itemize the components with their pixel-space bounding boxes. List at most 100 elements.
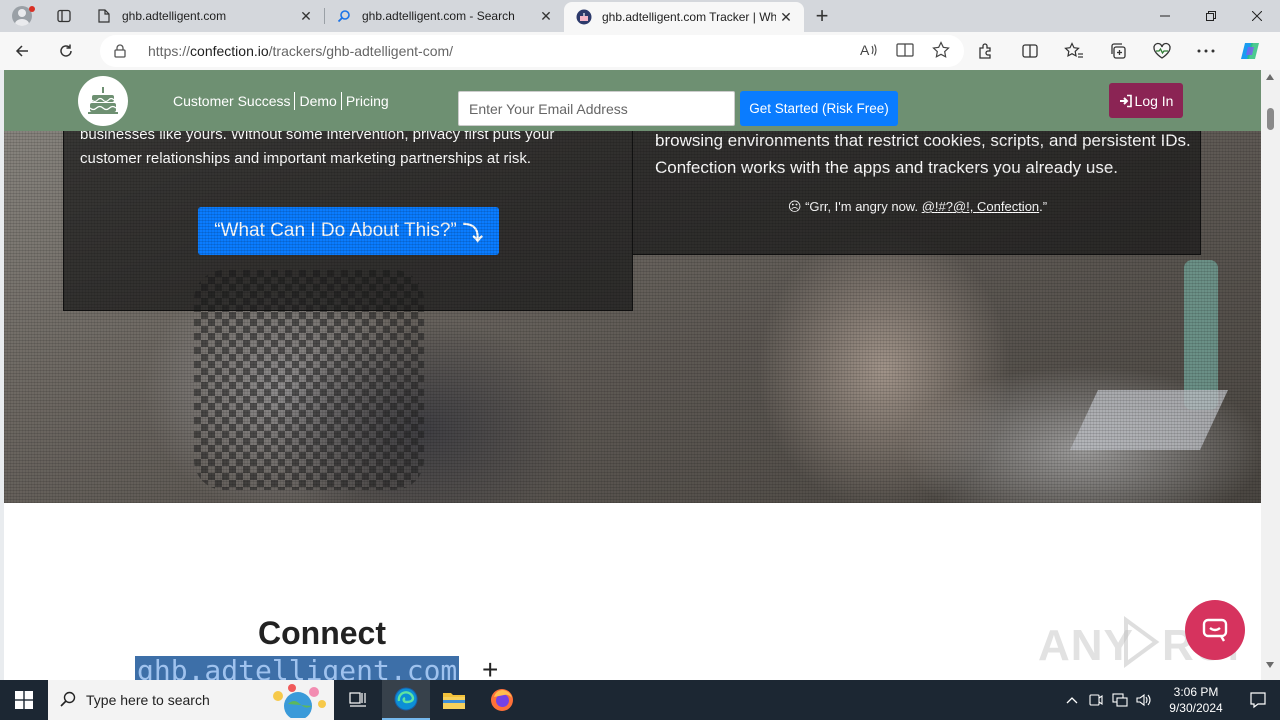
hero-section: businesses like yours. Without some inte… — [4, 70, 1261, 503]
page-scrollbar[interactable] — [1261, 70, 1280, 680]
clock-time: 3:06 PM — [1173, 685, 1219, 699]
cta-label: “What Can I Do About This?” — [214, 220, 457, 241]
nav-pricing[interactable]: Pricing — [346, 93, 389, 109]
url-scheme: https:// — [148, 43, 191, 59]
taskbar-file-explorer[interactable] — [430, 680, 478, 720]
split-screen-button[interactable] — [1008, 32, 1052, 70]
site-navbar: Customer Success Demo Pricing Get Starte… — [4, 70, 1261, 131]
chat-widget-button[interactable] — [1185, 600, 1245, 660]
puzzle-icon — [979, 43, 991, 59]
cake-icon — [88, 87, 118, 114]
collections-button[interactable] — [1096, 32, 1140, 70]
angry-quote: ☹ “Grr, I'm angry now. @!#?@!, Confectio… — [633, 199, 1202, 215]
get-started-button[interactable]: Get Started (Risk Free) — [740, 91, 898, 126]
tab-2[interactable]: ghb.adtelligent.com - Search ✕ — [324, 0, 564, 32]
nav-links: Customer Success Demo Pricing — [173, 92, 389, 110]
address-bar[interactable]: https://confection.io/trackers/ghb-adtel… — [100, 35, 964, 67]
taskbar-search[interactable]: Type here to search — [48, 680, 334, 720]
scroll-thumb[interactable] — [1267, 108, 1274, 130]
tab-actions-button[interactable] — [44, 0, 84, 32]
new-tab-button[interactable]: + — [804, 0, 840, 32]
meet-now-icon[interactable] — [1084, 680, 1108, 720]
profile-button[interactable] — [0, 0, 44, 32]
favorite-star-icon[interactable] — [932, 40, 950, 62]
quote-link[interactable]: @!#?@!, Confection — [922, 199, 1039, 214]
clock[interactable]: 3:06 PM 9/30/2024 — [1156, 684, 1236, 716]
tab-3-active[interactable]: ghb.adtelligent.com Tracker | Wh ✕ — [564, 2, 804, 32]
tab-title: ghb.adtelligent.com - Search — [362, 9, 515, 23]
refresh-button[interactable] — [44, 32, 88, 70]
scroll-up-arrow[interactable] — [1266, 74, 1274, 80]
lock-icon[interactable] — [114, 44, 134, 58]
tab-1[interactable]: ghb.adtelligent.com ✕ — [84, 0, 324, 32]
scroll-down-arrow[interactable] — [1266, 662, 1274, 668]
browser-essentials-button[interactable] — [1140, 32, 1184, 70]
extensions-button[interactable] — [964, 32, 1008, 70]
settings-more-button[interactable] — [1184, 32, 1228, 70]
notifications-button[interactable] — [1236, 680, 1280, 720]
browser-toolbar: https://confection.io/trackers/ghb-adtel… — [0, 32, 1280, 70]
right-panel-text: browsing environments that restrict cook… — [655, 131, 1191, 177]
tab-strip: ghb.adtelligent.com ✕ ghb.adtelligent.co… — [0, 0, 1280, 32]
task-view-button[interactable] — [334, 680, 382, 720]
hero-background-shirt — [194, 270, 424, 490]
minimize-icon[interactable] — [1142, 0, 1188, 32]
nav-divider — [294, 92, 296, 110]
close-tab-icon[interactable]: ✕ — [296, 6, 316, 26]
immersive-reader-icon[interactable] — [896, 42, 914, 61]
folder-icon — [443, 693, 465, 709]
arrow-down-icon: ⤵ — [462, 222, 483, 245]
tray-chevron-up-icon[interactable] — [1060, 680, 1084, 720]
restore-icon[interactable] — [1188, 0, 1234, 32]
connect-heading: Connect — [258, 615, 386, 651]
close-tab-icon[interactable]: ✕ — [536, 6, 556, 26]
svg-text:A: A — [860, 42, 870, 58]
read-aloud-icon[interactable]: A — [860, 42, 878, 61]
search-icon — [336, 8, 352, 24]
system-tray: 3:06 PM 9/30/2024 — [1060, 680, 1280, 720]
what-can-i-do-button[interactable]: “What Can I Do About This?” ⤵ — [198, 207, 499, 255]
confection-favicon — [576, 9, 592, 25]
window-controls — [1142, 0, 1280, 32]
refresh-icon — [60, 44, 72, 57]
start-button[interactable] — [0, 680, 48, 720]
notification-icon — [1250, 692, 1266, 709]
nav-customer-success[interactable]: Customer Success — [173, 93, 290, 109]
taskbar-firefox[interactable] — [478, 680, 526, 720]
split-screen-icon — [1022, 44, 1038, 58]
page-icon — [96, 8, 112, 24]
search-highlight-icon — [260, 682, 332, 720]
connect-domain-code: ghb.adtelligent.com — [135, 656, 460, 680]
login-button[interactable]: Log In — [1109, 83, 1183, 118]
search-placeholder: Type here to search — [86, 692, 210, 708]
copilot-button[interactable] — [1228, 32, 1272, 70]
plus-sign: + — [482, 654, 499, 680]
taskbar-edge[interactable] — [382, 680, 430, 720]
favorites-button[interactable] — [1052, 32, 1096, 70]
nav-demo[interactable]: Demo — [299, 93, 336, 109]
clock-date: 9/30/2024 — [1169, 701, 1223, 715]
windows-logo-icon — [15, 691, 33, 709]
notification-dot — [29, 6, 35, 12]
volume-icon[interactable] — [1132, 680, 1156, 720]
close-window-icon[interactable] — [1234, 0, 1280, 32]
hero-background-bottle — [1184, 260, 1218, 410]
sign-in-icon — [1119, 94, 1132, 107]
toolbar-right — [964, 32, 1272, 70]
network-icon[interactable] — [1108, 680, 1132, 720]
back-arrow-icon — [15, 45, 28, 57]
url-path: /trackers/ghb-adtelligent-com/ — [268, 43, 454, 59]
windows-taskbar: Type here to search 3:06 PM 9/30/2024 — [0, 680, 1280, 720]
chat-icon — [1202, 618, 1228, 642]
login-label: Log In — [1134, 92, 1174, 109]
quote-prefix: “Grr, I'm angry now. — [805, 199, 922, 214]
url-host: confection.io — [190, 43, 269, 59]
heartbeat-icon — [1153, 42, 1171, 59]
page-viewport: businesses like yours. Without some inte… — [4, 70, 1261, 680]
close-tab-icon[interactable]: ✕ — [776, 7, 796, 27]
email-input[interactable] — [458, 91, 735, 126]
left-info-panel: businesses like yours. Without some inte… — [63, 100, 633, 311]
back-button[interactable] — [0, 32, 44, 70]
collections-icon — [1111, 43, 1126, 59]
confection-logo[interactable] — [78, 76, 128, 126]
